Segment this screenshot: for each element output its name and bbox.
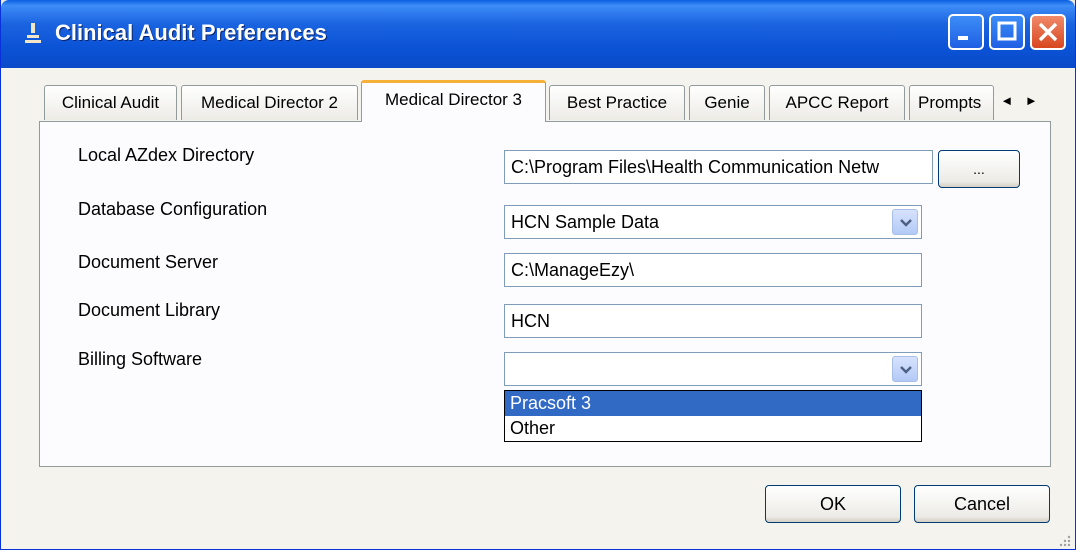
- azdex-directory-input[interactable]: C:\Program Files\Health Communication Ne…: [504, 150, 933, 184]
- doc-library-label: Document Library: [78, 300, 221, 320]
- doc-server-label: Document Server: [78, 252, 219, 272]
- window-title: Clinical Audit Preferences: [55, 20, 327, 45]
- scroll-left-icon[interactable]: ◄: [1000, 93, 1013, 108]
- microscope-icon: [25, 23, 41, 43]
- tab-medical-director-2[interactable]: Medical Director 2: [181, 85, 358, 120]
- billing-dropdown-list: Pracsoft 3 Other: [504, 390, 922, 442]
- tab-clinical-audit[interactable]: Clinical Audit: [44, 85, 177, 120]
- resize-grip-icon[interactable]: [1057, 533, 1071, 547]
- browse-button[interactable]: ...: [938, 150, 1020, 188]
- dialog-body: Clinical Audit Medical Director 2 Medica…: [1, 68, 1075, 549]
- title-bar[interactable]: Clinical Audit Preferences: [1, 0, 1075, 68]
- azdex-label: Local AZdex Directory: [78, 145, 255, 165]
- chevron-down-icon: [900, 219, 912, 227]
- db-config-value: HCN Sample Data: [511, 212, 660, 232]
- doc-server-input[interactable]: C:\ManageEzy\: [504, 253, 922, 287]
- db-config-dropdown-button[interactable]: [892, 209, 918, 235]
- close-icon: [1038, 22, 1058, 42]
- scroll-right-icon[interactable]: ►: [1025, 93, 1038, 108]
- tab-best-practice[interactable]: Best Practice: [549, 85, 685, 120]
- tab-scroll-arrows[interactable]: ◄ ►: [998, 90, 1040, 112]
- billing-option[interactable]: Other: [505, 416, 921, 441]
- tab-genie[interactable]: Genie: [689, 85, 765, 120]
- billing-dropdown-button[interactable]: [892, 356, 918, 382]
- billing-select[interactable]: [504, 352, 922, 386]
- minimize-icon: [958, 36, 968, 40]
- doc-library-input[interactable]: HCN: [504, 304, 922, 338]
- db-config-select[interactable]: HCN Sample Data: [504, 205, 922, 239]
- ok-button[interactable]: OK: [765, 485, 901, 523]
- cancel-button[interactable]: Cancel: [914, 485, 1050, 523]
- chevron-down-icon: [900, 366, 912, 374]
- maximize-button[interactable]: [989, 14, 1025, 50]
- dialog-window: Clinical Audit Preferences Clinical Audi…: [0, 0, 1076, 550]
- close-button[interactable]: [1030, 14, 1066, 50]
- billing-label: Billing Software: [78, 349, 203, 369]
- tab-medical-director-3[interactable]: Medical Director 3: [361, 80, 546, 122]
- billing-option[interactable]: Pracsoft 3: [505, 391, 921, 416]
- tab-prompts[interactable]: Prompts: [909, 85, 994, 120]
- maximize-icon: [997, 21, 1017, 41]
- db-config-label: Database Configuration: [78, 199, 268, 219]
- minimize-button[interactable]: [948, 14, 984, 50]
- tab-apcc-report[interactable]: APCC Report: [769, 85, 905, 120]
